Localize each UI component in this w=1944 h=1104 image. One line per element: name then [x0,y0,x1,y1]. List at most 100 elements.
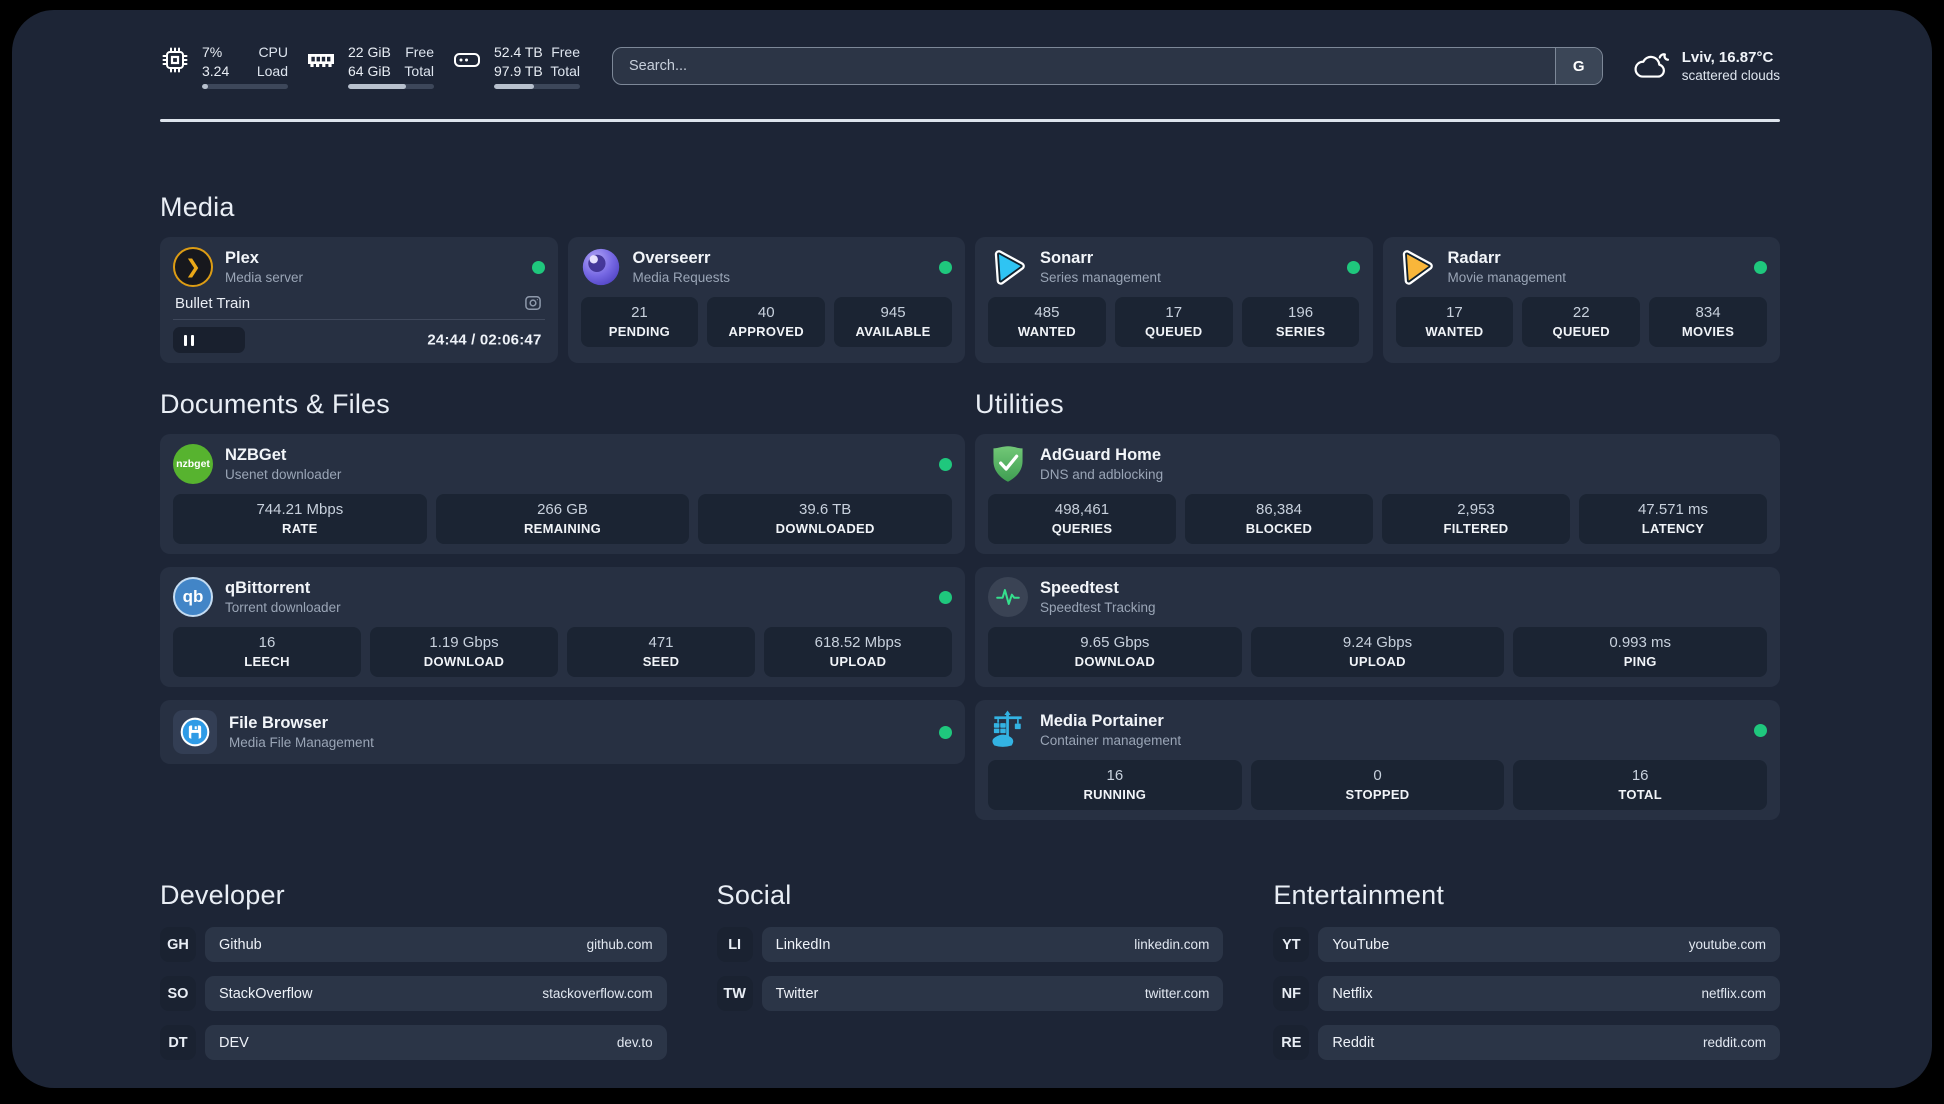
bookmark-url: twitter.com [1144,986,1210,1001]
disk-total-label: Total [550,62,580,79]
cpu-load-value: 3.24 [202,62,230,79]
bookmark-label: DEV [219,1034,249,1051]
section-title-media: Media [160,192,235,222]
memory-stat: 22 GiB 64 GiB Free Total [306,43,434,89]
stat-box: 834 MOVIES [1649,297,1767,347]
bookmark-dev[interactable]: DT DEV dev.to [160,1025,667,1060]
app-card-speedtest[interactable]: Speedtest Speedtest Tracking 9.65 Gbps D… [975,567,1780,687]
app-card-adguard[interactable]: AdGuard Home DNS and adblocking 498,461 … [975,434,1780,554]
disk-total-value: 97.9 TB [494,62,543,79]
bookmark-label: Github [219,936,262,953]
stat-box: 16 LEECH [173,627,361,677]
filebrowser-icon [173,710,217,754]
app-name: qBittorrent [225,579,311,597]
app-description: Media Requests [632,270,731,285]
stat-box: 16 RUNNING [988,760,1242,810]
stat-box: 485 WANTED [988,297,1106,347]
bookmark-abbr: YT [1273,927,1310,962]
cloud-icon [1634,52,1669,78]
bookmark-twitter[interactable]: TW Twitter twitter.com [716,976,1224,1011]
app-card-radarr[interactable]: Radarr Movie management 17 WANTED 22 QUE… [1382,237,1780,363]
stat-box: 22 QUEUED [1522,297,1641,347]
app-card-qbittorrent[interactable]: qb qBittorrent Torrent downloader 16 LEE… [160,567,965,687]
search-input[interactable] [613,48,1555,84]
bookmark-url: reddit.com [1702,1035,1766,1050]
app-name: Plex [225,249,259,267]
section-utilities: Utilities AdGuard Home DNS and adblockin… [975,389,1780,820]
stat-box: 9.65 Gbps DOWNLOAD [988,627,1242,677]
search-engine-button[interactable]: G [1554,48,1602,84]
bookmark-label: Netflix [1332,985,1373,1002]
now-playing-title: Bullet Train [175,294,251,312]
bookmark-linkedin[interactable]: LI LinkedIn linkedin.com [716,927,1224,962]
app-name: File Browser [229,714,329,732]
app-name: Overseerr [632,249,711,267]
storage-stat: 52.4 TB 97.9 TB Free Total [452,43,580,89]
app-description: Movie management [1447,270,1567,285]
dashboard-panel: 7% 3.24 CPU Load 22 GiB 64 GiB Free Tota… [12,10,1932,1088]
bookmark-abbr: LI [716,927,753,962]
bookmark-abbr: SO [160,976,196,1011]
header-divider [160,119,1780,122]
bookmark-github[interactable]: GH Github github.com [160,927,667,962]
sonarr-icon [988,247,1028,287]
app-card-filebrowser[interactable]: File Browser Media File Management [160,700,965,764]
ram-free-label: Free [405,44,434,61]
bookmark-abbr: TW [716,976,753,1011]
bookmark-netflix[interactable]: NF Netflix netflix.com [1273,976,1780,1011]
stat-box: 266 GB REMAINING [435,494,690,544]
app-description: Series management [1040,270,1161,285]
ram-progress-bar [348,83,434,89]
app-description: Speedtest Tracking [1040,600,1156,615]
section-title-developer: Developer [160,880,285,910]
playback-progress[interactable]: 24:44 / 02:06:47 [173,327,545,353]
camera-icon [524,296,541,310]
disk-free-value: 52.4 TB [494,44,543,61]
bookmark-url: linkedin.com [1134,937,1210,952]
speedtest-icon [988,577,1028,617]
section-documents: Documents & Files nzbget NZBGet Usenet d… [160,389,965,820]
app-description: Media server [225,270,304,285]
app-name: Speedtest [1040,579,1119,597]
app-name: Media Portainer [1040,712,1164,730]
app-name: Sonarr [1040,249,1094,267]
stat-box: 0 STOPPED [1250,760,1505,810]
pause-icon [184,334,187,346]
disk-progress-bar [494,83,580,89]
weather-location-temp: Lviv, 16.87°C [1681,49,1774,66]
app-card-overseerr[interactable]: Overseerr Media Requests 21 PENDING 40 A… [567,237,965,363]
disk-free-label: Free [551,44,580,61]
bookmark-abbr: RE [1273,1025,1310,1060]
app-card-sonarr[interactable]: Sonarr Series management 485 WANTED 17 Q… [975,237,1373,363]
app-name: AdGuard Home [1040,446,1162,464]
nzbget-icon: nzbget [173,444,213,484]
bookmark-url: dev.to [616,1035,653,1050]
bookmark-youtube[interactable]: YT YouTube youtube.com [1273,927,1780,962]
cpu-icon [162,47,188,73]
bookmark-label: YouTube [1332,936,1390,953]
app-card-plex[interactable]: ❯ Plex Media server Bullet Train 24:44 /… [160,237,558,363]
bookmark-reddit[interactable]: RE Reddit reddit.com [1273,1025,1780,1060]
bookmark-stackoverflow[interactable]: SO StackOverflow stackoverflow.com [160,976,667,1011]
cpu-usage-value: 7% [202,44,223,61]
app-card-nzbget[interactable]: nzbget NZBGet Usenet downloader 744.21 M… [160,434,965,554]
qbittorrent-icon: qb [173,577,213,617]
plex-icon: ❯ [173,247,213,287]
bookmark-label: Reddit [1332,1034,1375,1051]
app-card-portainer[interactable]: Media Portainer Container management 16 … [975,700,1780,820]
ram-icon [308,54,334,68]
stat-box: 2,953 FILTERED [1382,494,1570,544]
cpu-label: CPU [258,44,288,61]
app-description: Torrent downloader [225,600,341,615]
section-entertainment: Entertainment YT YouTube youtube.com NF … [1273,880,1780,1060]
search-bar: G [612,47,1603,85]
status-indicator [939,457,952,471]
weather-condition: scattered clouds [1681,68,1780,83]
cpu-progress-bar [202,83,288,89]
status-indicator [939,725,952,739]
status-indicator [1754,260,1767,274]
bookmark-abbr: GH [160,927,196,962]
bookmark-label: StackOverflow [219,985,313,1002]
radarr-icon [1396,247,1436,287]
ram-total-value: 64 GiB [348,62,391,79]
